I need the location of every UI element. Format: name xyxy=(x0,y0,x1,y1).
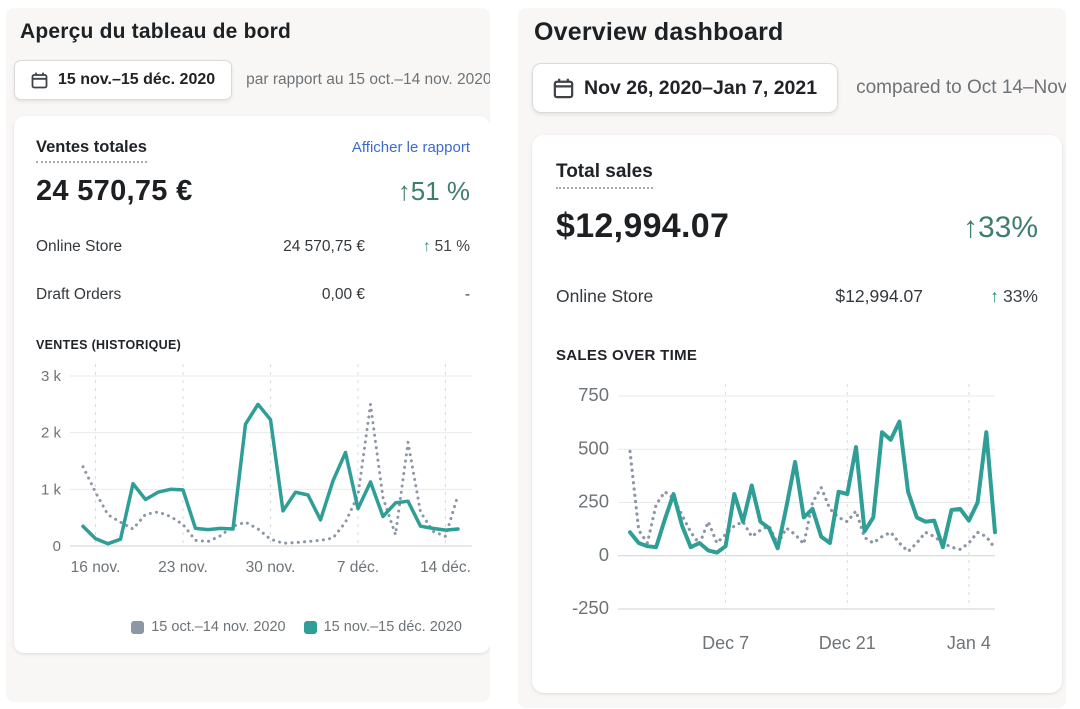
svg-text:500: 500 xyxy=(578,437,609,458)
channel-row-online-store: Online Store 24 570,75 € ↑51 % xyxy=(36,238,470,256)
svg-text:0: 0 xyxy=(599,544,609,565)
svg-text:Dec 7: Dec 7 xyxy=(702,633,749,653)
svg-text:30 nov.: 30 nov. xyxy=(246,559,296,576)
row-label: Online Store xyxy=(556,286,733,307)
chart-legend: 15 oct.–14 nov. 2020 15 nov.–15 déc. 202… xyxy=(36,619,462,635)
total-sales-card-en: Total sales $12,994.07 ↑33% Online Store… xyxy=(532,135,1062,693)
svg-text:Dec 21: Dec 21 xyxy=(819,633,876,653)
legend-item-current: 15 nov.–15 déc. 2020 xyxy=(304,619,462,635)
svg-text:14 déc.: 14 déc. xyxy=(420,559,471,576)
svg-text:0: 0 xyxy=(53,538,61,555)
page-title-en: Overview dashboard xyxy=(534,18,1066,47)
up-arrow-icon: ↑ xyxy=(990,286,999,306)
date-range-label-en: Nov 26, 2020–Jan 7, 2021 xyxy=(584,77,817,100)
total-row-en: $12,994.07 ↑33% xyxy=(556,207,1038,246)
row-change-value: - xyxy=(465,286,470,303)
svg-text:-250: -250 xyxy=(572,597,609,618)
header-row-fr: 15 nov.–15 déc. 2020 par rapport au 15 o… xyxy=(14,60,490,100)
total-sales-change-en: ↑33% xyxy=(963,211,1038,245)
legend-swatch-gray xyxy=(131,621,144,634)
row-change-value: 51 % xyxy=(435,238,470,255)
svg-text:250: 250 xyxy=(578,491,609,512)
dashboard-panel-english: Overview dashboard Nov 26, 2020–Jan 7, 2… xyxy=(518,8,1066,708)
view-report-link[interactable]: Afficher le rapport xyxy=(352,139,470,156)
row-label: Draft Orders xyxy=(36,286,215,304)
date-range-label-fr: 15 nov.–15 déc. 2020 xyxy=(58,71,215,89)
svg-text:7 déc.: 7 déc. xyxy=(337,559,379,576)
date-range-button-en[interactable]: Nov 26, 2020–Jan 7, 2021 xyxy=(532,63,838,113)
legend-label: 15 nov.–15 déc. 2020 xyxy=(324,619,462,635)
row-value: $12,994.07 xyxy=(733,286,923,307)
metric-title-en[interactable]: Total sales xyxy=(556,161,653,189)
metric-title-fr[interactable]: Ventes totales xyxy=(36,138,147,163)
svg-text:1 k: 1 k xyxy=(41,481,62,498)
screenshot-root: Aperçu du tableau de bord 15 nov.–15 déc… xyxy=(0,0,1080,709)
compare-range-text-fr: par rapport au 15 oct.–14 nov. 2020 xyxy=(246,71,490,89)
svg-text:Jan 4: Jan 4 xyxy=(947,633,991,653)
svg-text:2 k: 2 k xyxy=(41,425,62,442)
svg-text:23 nov.: 23 nov. xyxy=(158,559,208,576)
legend-label: 15 oct.–14 nov. 2020 xyxy=(151,619,285,635)
row-change-value: 33% xyxy=(1003,286,1038,306)
page-title-fr: Aperçu du tableau de bord xyxy=(20,20,490,44)
channel-row-online-store: Online Store $12,994.07 ↑33% xyxy=(556,286,1038,307)
svg-text:16 nov.: 16 nov. xyxy=(71,559,121,576)
calendar-icon xyxy=(31,72,48,89)
date-range-button-fr[interactable]: 15 nov.–15 déc. 2020 xyxy=(14,60,232,100)
chart-section-title-fr: VENTES (HISTORIQUE) xyxy=(36,338,470,352)
card-head-en: Total sales xyxy=(556,161,1038,189)
row-value: 0,00 € xyxy=(215,286,365,304)
sales-history-chart-fr: 3 k 2 k 1 k 0 16 nov. 23 nov. 30 nov. 7 déc. 14 … xyxy=(22,362,482,602)
svg-text:750: 750 xyxy=(578,384,609,405)
sales-over-time-chart-en: 750 500 250 0 -250 Dec 7 Dec 21 Jan 4 xyxy=(540,372,1055,674)
total-sales-change-fr: ↑51 % xyxy=(398,176,470,207)
channel-rows-fr: Online Store 24 570,75 € ↑51 % Draft Ord… xyxy=(36,238,470,304)
row-label: Online Store xyxy=(36,238,215,256)
card-head-fr: Ventes totales Afficher le rapport xyxy=(36,138,470,163)
legend-swatch-teal xyxy=(304,621,317,634)
legend-item-compare: 15 oct.–14 nov. 2020 xyxy=(131,619,285,635)
row-value: 24 570,75 € xyxy=(215,238,365,256)
row-change: - xyxy=(365,286,470,304)
total-sales-card-fr: Ventes totales Afficher le rapport 24 57… xyxy=(14,116,490,653)
channel-rows-en: Online Store $12,994.07 ↑33% xyxy=(556,286,1038,307)
up-arrow-icon: ↑ xyxy=(423,238,431,255)
total-row-fr: 24 570,75 € ↑51 % xyxy=(36,175,470,208)
calendar-icon xyxy=(553,78,574,99)
row-change: ↑33% xyxy=(923,286,1038,307)
chart-section-title-en: SALES OVER TIME xyxy=(556,347,1038,364)
compare-range-text-en: compared to Oct 14–Nov, xyxy=(856,77,1066,99)
header-row-en: Nov 26, 2020–Jan 7, 2021 compared to Oct… xyxy=(532,63,1066,113)
total-sales-value-fr: 24 570,75 € xyxy=(36,175,193,208)
svg-text:3 k: 3 k xyxy=(41,368,62,385)
dashboard-panel-french: Aperçu du tableau de bord 15 nov.–15 déc… xyxy=(6,8,490,702)
total-sales-value-en: $12,994.07 xyxy=(556,207,729,246)
channel-row-draft-orders: Draft Orders 0,00 € - xyxy=(36,286,470,304)
row-change: ↑51 % xyxy=(365,238,470,256)
